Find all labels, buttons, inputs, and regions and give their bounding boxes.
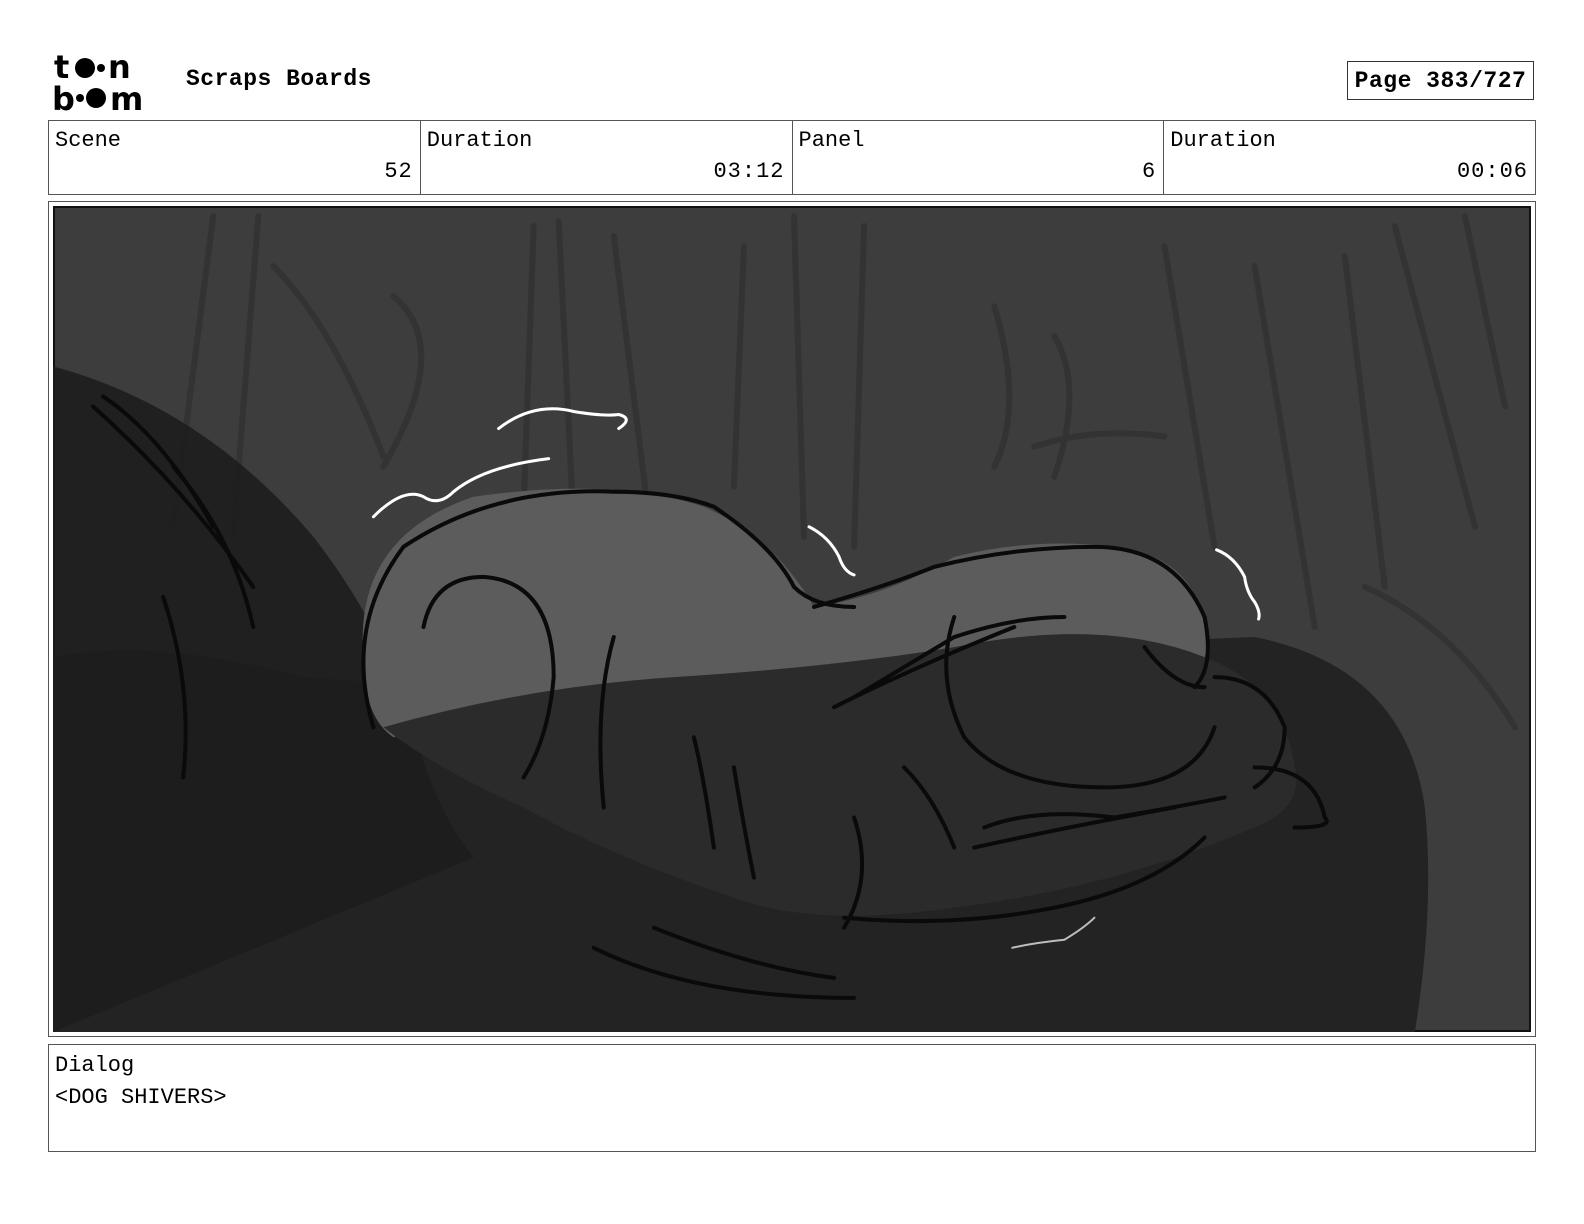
scene-cell: Scene 52 <box>49 121 421 194</box>
panel-duration-label: Duration <box>1170 128 1276 153</box>
panel-duration-value: 00:06 <box>1456 159 1528 184</box>
panel-label: Panel <box>798 128 865 153</box>
storyboard-panel <box>48 201 1536 1037</box>
dialog-text: <DOG SHIVERS> <box>55 1085 227 1110</box>
scene-info-row: Scene 52 Duration 03:12 Panel 6 Duration… <box>48 120 1536 195</box>
panel-duration-cell: Duration 00:06 <box>1164 121 1535 194</box>
panel-drawing <box>53 206 1531 1032</box>
dialog-box: Dialog <DOG SHIVERS> <box>48 1044 1536 1152</box>
panel-cell: Panel 6 <box>793 121 1165 194</box>
scene-label: Scene <box>55 128 122 153</box>
toon-boom-logo: t n b m <box>52 50 143 112</box>
dialog-label: Dialog <box>55 1053 135 1078</box>
svg-text:b: b <box>52 80 75 112</box>
page-indicator: Page 383/727 <box>1347 61 1534 100</box>
panel-value: 6 <box>1142 159 1157 184</box>
scene-duration-value: 03:12 <box>713 159 785 184</box>
svg-text:m: m <box>110 80 143 112</box>
scene-duration-cell: Duration 03:12 <box>421 121 793 194</box>
project-title: Scraps Boards <box>186 66 372 92</box>
scene-value: 52 <box>384 159 413 184</box>
scene-duration-label: Duration <box>426 128 533 153</box>
